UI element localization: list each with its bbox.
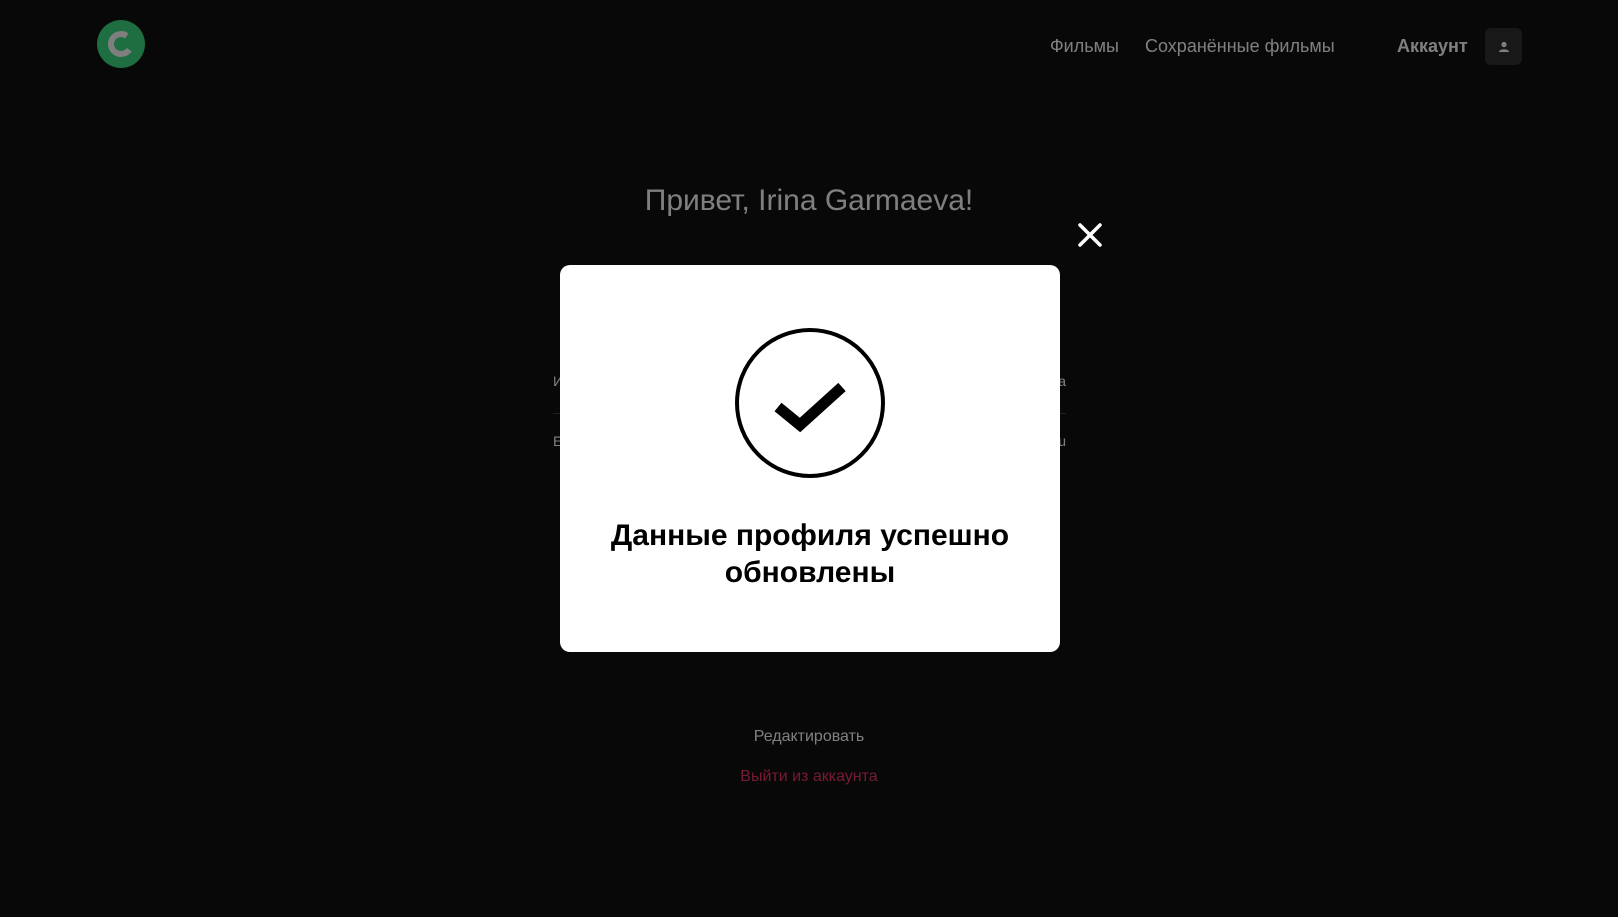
- close-icon: [1078, 223, 1102, 247]
- profile-page: Фильмы Сохранённые фильмы Аккаунт Привет…: [0, 0, 1618, 917]
- success-modal: Данные профиля успешно обновлены: [560, 265, 1060, 652]
- success-message: Данные профиля успешно обновлены: [610, 519, 1010, 589]
- close-modal-button[interactable]: [1075, 220, 1105, 250]
- checkmark-circle-icon: [735, 328, 885, 478]
- modal-overlay[interactable]: Данные профиля успешно обновлены: [0, 0, 1618, 917]
